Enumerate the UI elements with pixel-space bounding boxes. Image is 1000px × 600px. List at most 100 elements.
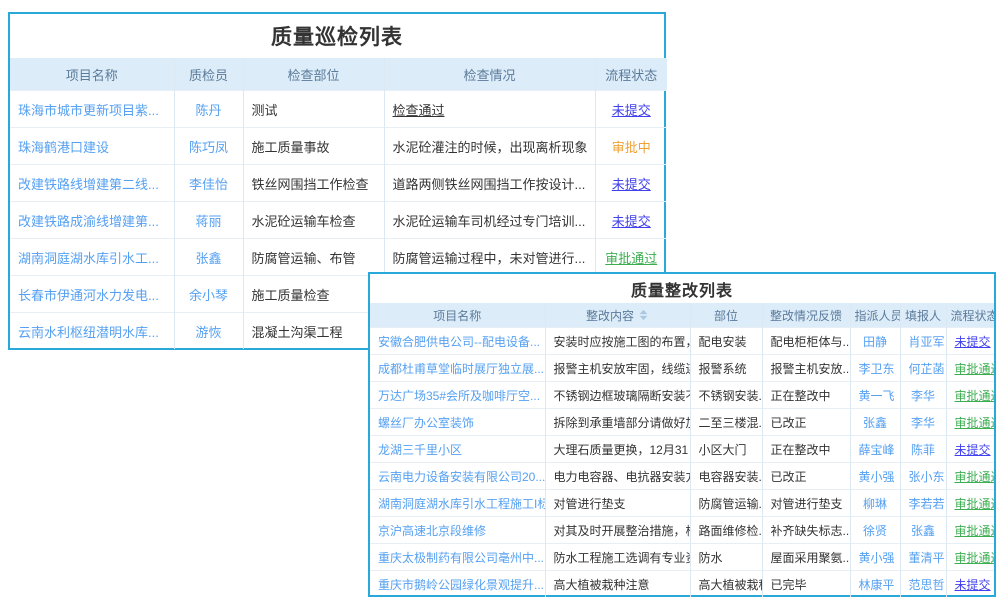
inspection-situation-cell: 防腐管运输过程中，未对管进行... [384, 239, 595, 276]
project-name-link[interactable]: 湖南洞庭湖水库引水工程施工I标 [370, 490, 545, 517]
inspection-part-cell: 测试 [243, 91, 384, 128]
project-name-link[interactable]: 螺丝厂办公室装饰 [370, 409, 545, 436]
status-link[interactable]: 审批通过 [946, 382, 994, 409]
part-cell: 小区大门 [690, 436, 762, 463]
table-row: 珠海鹤港口建设陈巧凤施工质量事故水泥砼灌注的时候，出现离析现象审批中 [10, 128, 667, 165]
feedback-cell: 屋面采用聚氨... [762, 544, 850, 571]
inspector-link[interactable]: 余小琴 [174, 276, 243, 313]
status-link[interactable]: 审批通过 [946, 490, 994, 517]
status-link[interactable]: 审批中 [595, 128, 667, 165]
table-row: 改建铁路线增建第二线...李佳怡铁丝网围挡工作检查道路两侧铁丝网围挡工作按设计.… [10, 165, 667, 202]
part-cell: 防腐管运输... [690, 490, 762, 517]
project-name-link[interactable]: 湖南洞庭湖水库引水工... [10, 239, 174, 276]
project-name-link[interactable]: 长春市伊通河水力发电... [10, 276, 174, 313]
content-cell: 高大植被栽种注意 [545, 571, 690, 598]
content-cell: 防水工程施工选调有专业资质... [545, 544, 690, 571]
feedback-cell: 补齐缺失标志... [762, 517, 850, 544]
rectification-table: 项目名称整改内容部位整改情况反馈指派人员填报人流程状态安徽合肥供电公司--配电设… [370, 303, 994, 597]
column-header-label: 部位 [714, 309, 738, 323]
content-cell: 大理石质量更换，12月31日之... [545, 436, 690, 463]
assignee-link[interactable]: 柳琳 [850, 490, 900, 517]
inspection-part-cell: 防腐管运输、布管 [243, 239, 384, 276]
column-header-content[interactable]: 整改内容 [545, 303, 690, 328]
column-header-label: 整改内容 [586, 309, 634, 323]
part-cell: 不锈钢安装... [690, 382, 762, 409]
part-cell: 路面维修检... [690, 517, 762, 544]
feedback-cell: 配电柜柜体与... [762, 328, 850, 355]
assignee-link[interactable]: 薛宝峰 [850, 436, 900, 463]
table-row: 重庆太极制药有限公司亳州中...防水工程施工选调有专业资质...防水屋面采用聚氨… [370, 544, 994, 571]
column-header-label: 流程状态 [605, 68, 657, 83]
project-name-link[interactable]: 万达广场35#会所及咖啡厅空... [370, 382, 545, 409]
column-header-label: 整改情况反馈 [770, 309, 842, 323]
assignee-link[interactable]: 黄一飞 [850, 382, 900, 409]
reporter-link[interactable]: 张鑫 [900, 517, 946, 544]
project-name-link[interactable]: 龙湖三千里小区 [370, 436, 545, 463]
project-name-link[interactable]: 改建铁路成渝线增建第... [10, 202, 174, 239]
project-name-link[interactable]: 珠海鹤港口建设 [10, 128, 174, 165]
assignee-link[interactable]: 黄小强 [850, 544, 900, 571]
content-cell: 对其及时开展整治措施，桥头... [545, 517, 690, 544]
inspector-link[interactable]: 蒋丽 [174, 202, 243, 239]
column-header-status: 流程状态 [946, 303, 994, 328]
table-row: 成都杜甫草堂临时展厅独立展...报警主机安放牢固，线缆连接...报警系统报警主机… [370, 355, 994, 382]
status-link[interactable]: 未提交 [946, 571, 994, 598]
reporter-link[interactable]: 李华 [900, 382, 946, 409]
inspector-link[interactable]: 李佳怡 [174, 165, 243, 202]
reporter-link[interactable]: 陈菲 [900, 436, 946, 463]
reporter-link[interactable]: 肖亚军 [900, 328, 946, 355]
inspector-link[interactable]: 游恢 [174, 313, 243, 350]
content-cell: 不锈钢边框玻璃隔断安装不牢... [545, 382, 690, 409]
table-row: 云南电力设备安装有限公司20...电力电容器、电抗器安装方案...电容器安装..… [370, 463, 994, 490]
status-link[interactable]: 审批通过 [946, 463, 994, 490]
status-link[interactable]: 未提交 [595, 91, 667, 128]
status-link[interactable]: 审批通过 [946, 355, 994, 382]
part-cell: 二至三楼混... [690, 409, 762, 436]
assignee-link[interactable]: 田静 [850, 328, 900, 355]
table-row: 湖南洞庭湖水库引水工程施工I标对管进行垫支防腐管运输...对管进行垫支柳琳李若若… [370, 490, 994, 517]
status-link[interactable]: 未提交 [946, 436, 994, 463]
inspector-link[interactable]: 张鑫 [174, 239, 243, 276]
feedback-cell: 报警主机安放... [762, 355, 850, 382]
status-link[interactable]: 审批通过 [595, 239, 667, 276]
column-header-label: 检查情况 [463, 68, 515, 83]
project-name-link[interactable]: 云南电力设备安装有限公司20... [370, 463, 545, 490]
reporter-link[interactable]: 张小东 [900, 463, 946, 490]
project-name-link[interactable]: 重庆太极制药有限公司亳州中... [370, 544, 545, 571]
assignee-link[interactable]: 林康平 [850, 571, 900, 598]
project-name-link[interactable]: 云南水利枢纽潜明水库... [10, 313, 174, 350]
inspection-situation-cell: 道路两侧铁丝网围挡工作按设计... [384, 165, 595, 202]
reporter-link[interactable]: 董清平 [900, 544, 946, 571]
inspector-link[interactable]: 陈巧凤 [174, 128, 243, 165]
project-name-link[interactable]: 珠海市城市更新项目紫... [10, 91, 174, 128]
reporter-link[interactable]: 李若若 [900, 490, 946, 517]
project-name-link[interactable]: 成都杜甫草堂临时展厅独立展... [370, 355, 545, 382]
assignee-link[interactable]: 张鑫 [850, 409, 900, 436]
feedback-cell: 正在整改中 [762, 382, 850, 409]
project-name-link[interactable]: 重庆市鹅岭公园绿化景观提升... [370, 571, 545, 598]
status-link[interactable]: 审批通过 [946, 409, 994, 436]
project-name-link[interactable]: 改建铁路线增建第二线... [10, 165, 174, 202]
content-cell: 报警主机安放牢固，线缆连接... [545, 355, 690, 382]
assignee-link[interactable]: 黄小强 [850, 463, 900, 490]
reporter-link[interactable]: 李华 [900, 409, 946, 436]
inspection-situation-cell: 水泥砼运输车司机经过专门培训... [384, 202, 595, 239]
status-link[interactable]: 审批通过 [946, 517, 994, 544]
status-link[interactable]: 未提交 [946, 328, 994, 355]
column-header-project: 项目名称 [370, 303, 545, 328]
status-link[interactable]: 审批通过 [946, 544, 994, 571]
table-row: 京沪高速北京段维修对其及时开展整治措施，桥头...路面维修检...补齐缺失标志.… [370, 517, 994, 544]
column-header-assignee: 指派人员 [850, 303, 900, 328]
column-header-feedback: 整改情况反馈 [762, 303, 850, 328]
status-link[interactable]: 未提交 [595, 202, 667, 239]
status-link[interactable]: 未提交 [595, 165, 667, 202]
project-name-link[interactable]: 京沪高速北京段维修 [370, 517, 545, 544]
project-name-link[interactable]: 安徽合肥供电公司--配电设备... [370, 328, 545, 355]
assignee-link[interactable]: 李卫东 [850, 355, 900, 382]
column-header-status: 流程状态 [595, 58, 667, 91]
reporter-link[interactable]: 何芷菡 [900, 355, 946, 382]
inspector-link[interactable]: 陈丹 [174, 91, 243, 128]
sort-icon[interactable] [638, 309, 649, 321]
assignee-link[interactable]: 徐贤 [850, 517, 900, 544]
reporter-link[interactable]: 范思哲 [900, 571, 946, 598]
